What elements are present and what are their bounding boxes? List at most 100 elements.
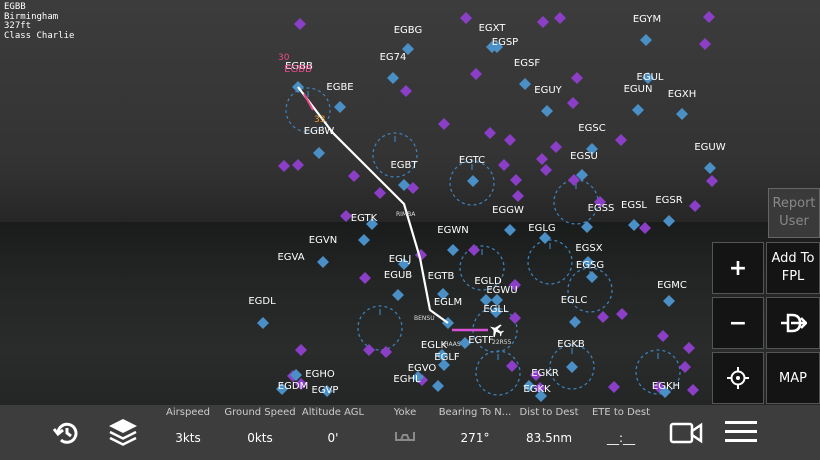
map-label: MAP bbox=[779, 370, 807, 386]
locate-button[interactable] bbox=[712, 352, 764, 404]
uncontrolled-airport-marker[interactable] bbox=[687, 384, 699, 396]
uncontrolled-airport-marker[interactable] bbox=[536, 153, 548, 165]
report-user-button[interactable]: Report User bbox=[768, 188, 820, 238]
airport-marker-egsl[interactable] bbox=[628, 219, 640, 231]
map-overlay[interactable]: EGBG EGXT EGYM EGSP EG74 EGSF EGBB EGBE EGUY EGUL… bbox=[0, 0, 820, 405]
airport-label-egss: EGSS bbox=[588, 203, 615, 214]
camera-button[interactable] bbox=[669, 421, 703, 449]
add-to-fpl-button[interactable]: Add To FPL bbox=[766, 242, 820, 294]
airport-marker-eguy[interactable] bbox=[541, 105, 553, 117]
uncontrolled-airport-marker[interactable] bbox=[359, 272, 371, 284]
uncontrolled-airport-marker[interactable] bbox=[295, 344, 307, 356]
uncontrolled-airport-marker[interactable] bbox=[512, 190, 524, 202]
airport-label-egsc: EGSC bbox=[578, 123, 605, 134]
uncontrolled-airport-marker[interactable] bbox=[616, 308, 628, 320]
airport-label-egul: EGUL bbox=[637, 72, 664, 83]
uncontrolled-airport-marker[interactable] bbox=[597, 311, 609, 323]
uncontrolled-airport-marker[interactable] bbox=[706, 175, 718, 187]
uncontrolled-airport-marker[interactable] bbox=[363, 344, 375, 356]
zoom-in-button[interactable]: + bbox=[712, 242, 764, 294]
instrument-label: ETE to Dest bbox=[591, 407, 651, 418]
airport-marker-egsg[interactable] bbox=[586, 271, 598, 283]
uncontrolled-airport-marker[interactable] bbox=[374, 187, 386, 199]
airport-label-egwu: EGWU bbox=[486, 285, 517, 296]
instrument-bar: Airspeed 3kts Ground Speed 0kts Altitude AGL… bbox=[0, 405, 820, 460]
airport-marker-egub[interactable] bbox=[392, 289, 404, 301]
uncontrolled-airport-marker[interactable] bbox=[699, 38, 711, 50]
uncontrolled-airport-marker[interactable] bbox=[506, 360, 518, 372]
uncontrolled-airport-marker[interactable] bbox=[348, 170, 360, 182]
uncontrolled-airport-marker[interactable] bbox=[278, 160, 290, 172]
airport-marker-egsr[interactable] bbox=[663, 215, 675, 227]
uncontrolled-airport-marker[interactable] bbox=[554, 12, 566, 24]
uncontrolled-airport-marker[interactable] bbox=[550, 141, 562, 153]
layers-button[interactable] bbox=[106, 416, 140, 454]
airport-marker-egym[interactable] bbox=[640, 34, 652, 46]
history-button[interactable] bbox=[52, 418, 82, 452]
uncontrolled-airport-marker[interactable] bbox=[615, 134, 627, 146]
uncontrolled-airport-marker[interactable] bbox=[679, 361, 691, 373]
uncontrolled-airport-marker[interactable] bbox=[537, 16, 549, 28]
menu-button[interactable] bbox=[724, 419, 758, 449]
airport-marker-egwn[interactable] bbox=[447, 244, 459, 256]
uncontrolled-airport-marker[interactable] bbox=[292, 159, 304, 171]
uncontrolled-airport-marker[interactable] bbox=[657, 330, 669, 342]
uncontrolled-airport-marker[interactable] bbox=[689, 200, 701, 212]
airport-marker-egsf[interactable] bbox=[519, 78, 531, 90]
airport-marker-egkb[interactable] bbox=[566, 361, 578, 373]
instrument-value: 0kts bbox=[247, 431, 273, 445]
airport-marker-eglc[interactable] bbox=[569, 316, 581, 328]
waypoint-label-haas: HAAS bbox=[444, 341, 461, 348]
uncontrolled-airport-marker[interactable] bbox=[509, 312, 521, 324]
uncontrolled-airport-marker[interactable] bbox=[683, 342, 695, 354]
airport-label-egsp: EGSP bbox=[492, 37, 518, 48]
airport-marker-egxh[interactable] bbox=[676, 108, 688, 120]
uncontrolled-airport-marker[interactable] bbox=[567, 97, 579, 109]
uncontrolled-airport-marker[interactable] bbox=[703, 11, 715, 23]
uncontrolled-airport-marker[interactable] bbox=[468, 244, 480, 256]
uncontrolled-airport-marker[interactable] bbox=[510, 174, 522, 186]
airport-marker-egvn[interactable] bbox=[358, 234, 370, 246]
airport-marker-eg74[interactable] bbox=[387, 72, 399, 84]
uncontrolled-airport-marker[interactable] bbox=[470, 68, 482, 80]
instrument-value: 83.5nm bbox=[525, 431, 573, 445]
uncontrolled-airport-marker[interactable] bbox=[294, 18, 306, 30]
uncontrolled-airport-marker[interactable] bbox=[504, 134, 516, 146]
uncontrolled-airport-marker[interactable] bbox=[380, 346, 392, 358]
airport-marker-egtc[interactable] bbox=[467, 175, 479, 187]
airport-label-egwn: EGWN bbox=[437, 225, 468, 236]
uncontrolled-airport-marker[interactable] bbox=[438, 118, 450, 130]
uncontrolled-airport-marker[interactable] bbox=[540, 164, 552, 176]
airport-label-egsu: EGSU bbox=[570, 151, 598, 162]
uncontrolled-airport-marker[interactable] bbox=[400, 85, 412, 97]
uncontrolled-airport-marker[interactable] bbox=[639, 222, 651, 234]
airport-label-eguw: EGUW bbox=[694, 142, 725, 153]
uncontrolled-airport-marker[interactable] bbox=[460, 12, 472, 24]
zoom-out-button[interactable]: − bbox=[712, 297, 764, 349]
airport-marker-egva[interactable] bbox=[317, 256, 329, 268]
menu-icon bbox=[725, 421, 757, 442]
airport-marker-eghl[interactable] bbox=[432, 380, 444, 392]
uncontrolled-airport-marker[interactable] bbox=[484, 127, 496, 139]
airport-marker-egmc[interactable] bbox=[663, 295, 675, 307]
map-button[interactable]: MAP bbox=[766, 352, 820, 404]
airport-marker-egss[interactable] bbox=[581, 221, 593, 233]
airport-label-eglm: EGLM bbox=[434, 297, 462, 308]
direct-to-button[interactable] bbox=[766, 297, 820, 349]
airport-marker-egdl[interactable] bbox=[257, 317, 269, 329]
airport-marker-eguw[interactable] bbox=[704, 162, 716, 174]
airport-label-eglg: EGLG bbox=[528, 223, 555, 234]
airport-marker-egun[interactable] bbox=[632, 104, 644, 116]
airport-label-eglj: EGLJ bbox=[389, 254, 412, 265]
instrument-label: Airspeed bbox=[166, 407, 210, 418]
airport-marker-egbw[interactable] bbox=[313, 147, 325, 159]
uncontrolled-airport-marker[interactable] bbox=[571, 72, 583, 84]
airport-label-egsx: EGSX bbox=[575, 243, 602, 254]
airport-marker-eggw[interactable] bbox=[504, 224, 516, 236]
airspace-class: Class Charlie bbox=[4, 30, 75, 41]
uncontrolled-airport-marker[interactable] bbox=[608, 381, 620, 393]
uncontrolled-airport-marker[interactable] bbox=[498, 159, 510, 171]
airport-marker-egbe[interactable] bbox=[334, 101, 346, 113]
history-icon bbox=[52, 422, 78, 444]
airport-label-egdm: EGDM bbox=[278, 381, 308, 392]
